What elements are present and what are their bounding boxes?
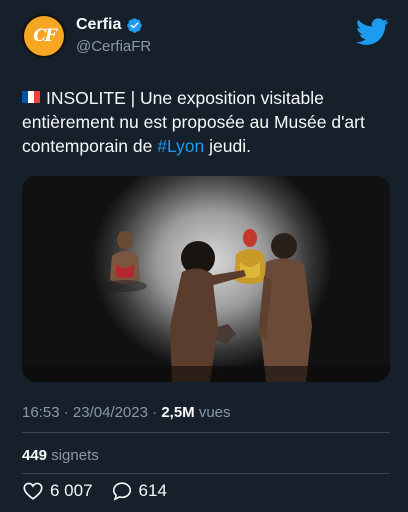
bookmarks-row[interactable]: 449 signets	[22, 447, 99, 464]
tweet-time[interactable]: 16:53	[22, 404, 60, 421]
author-handle[interactable]: @CerfiaFR	[76, 38, 151, 55]
tweet-photo[interactable]	[22, 176, 390, 382]
heart-icon	[23, 482, 43, 500]
meta-separator: ·	[152, 404, 158, 421]
twitter-bird-icon	[356, 18, 389, 45]
visitor-left-silhouette	[170, 241, 246, 382]
tweet-body-end: jeudi.	[204, 136, 251, 156]
tweet-text: INSOLITE | Une exposition visitable enti…	[22, 85, 392, 158]
action-bar: 6 007 614	[22, 480, 185, 502]
divider	[22, 473, 390, 474]
hashtag-link[interactable]: #Lyon	[157, 136, 204, 156]
visitor-right-silhouette	[258, 233, 312, 382]
author-name-row[interactable]: Cerfia	[76, 16, 143, 34]
meta-separator: ·	[63, 404, 69, 421]
bookmarks-count: 449	[22, 447, 48, 464]
left-bust-sculpture	[103, 231, 147, 292]
reply-button[interactable]: 614	[111, 480, 167, 502]
display-name[interactable]: Cerfia	[76, 16, 121, 34]
avatar[interactable]: CF	[22, 14, 66, 58]
like-button[interactable]: 6 007	[22, 480, 93, 502]
avatar-logo: CF	[24, 16, 64, 56]
bookmarks-label: signets	[51, 447, 99, 464]
french-flag-icon	[22, 85, 40, 103]
divider	[22, 432, 390, 433]
reply-bubble-icon	[112, 482, 131, 501]
timestamp-row: 16:53 · 23/04/2023 · 2,5M vues	[22, 404, 231, 421]
exhibition-photo-illustration	[22, 229, 390, 382]
verified-badge-icon	[127, 17, 143, 33]
tweet-date[interactable]: 23/04/2023	[73, 404, 148, 421]
views-label: vues	[198, 404, 231, 421]
like-count: 6 007	[50, 481, 93, 500]
views-count: 2,5M	[161, 404, 195, 421]
tweet-card: CF Cerfia @CerfiaFR INSOLITE | Une expos…	[0, 0, 408, 512]
reply-count: 614	[138, 481, 167, 500]
